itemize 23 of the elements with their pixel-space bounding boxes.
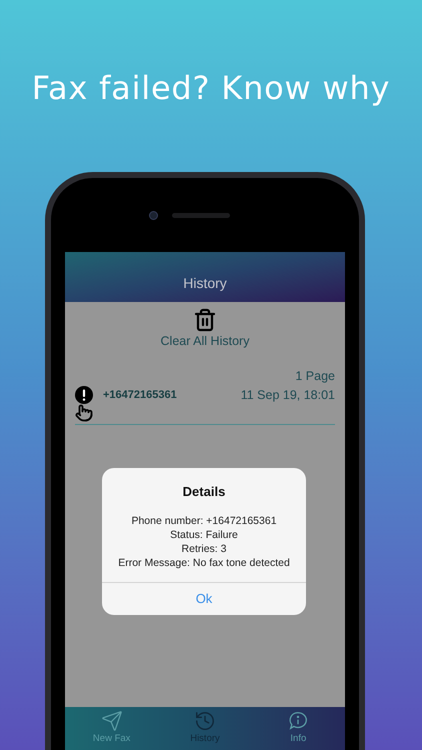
detail-line: Phone number: +16472165361 <box>131 514 277 528</box>
camera-icon <box>149 210 158 220</box>
info-icon <box>287 710 310 732</box>
history-icon <box>194 710 216 732</box>
screen-title: History <box>183 274 227 293</box>
page-count: 1 Page <box>295 368 335 385</box>
speaker-grille <box>172 212 230 218</box>
detail-line: Error Message: No fax tone detected <box>118 556 290 570</box>
ok-button[interactable]: Ok <box>102 582 306 614</box>
paper-plane-icon <box>100 710 123 732</box>
hand-pointer-icon <box>75 404 93 422</box>
detail-line: Retries: 3 <box>182 542 226 556</box>
alert-icon <box>75 386 93 404</box>
tab[interactable]: Info <box>252 707 345 750</box>
dialog-title: Details <box>182 483 226 501</box>
clear-history-button[interactable]: Clear All History <box>160 308 250 351</box>
date-time: 11 Sep 19, 18:01 <box>240 386 335 404</box>
trash-icon <box>192 308 217 332</box>
history-row[interactable]: 1 Page +16472165361 11 Sep 19, 18:01 <box>75 366 335 426</box>
detail-line: Status: Failure <box>170 528 238 542</box>
phone-number: +16472165361 <box>103 388 177 403</box>
tab[interactable]: New Fax <box>65 707 158 750</box>
headline: Fax failed? Know why <box>30 68 392 108</box>
